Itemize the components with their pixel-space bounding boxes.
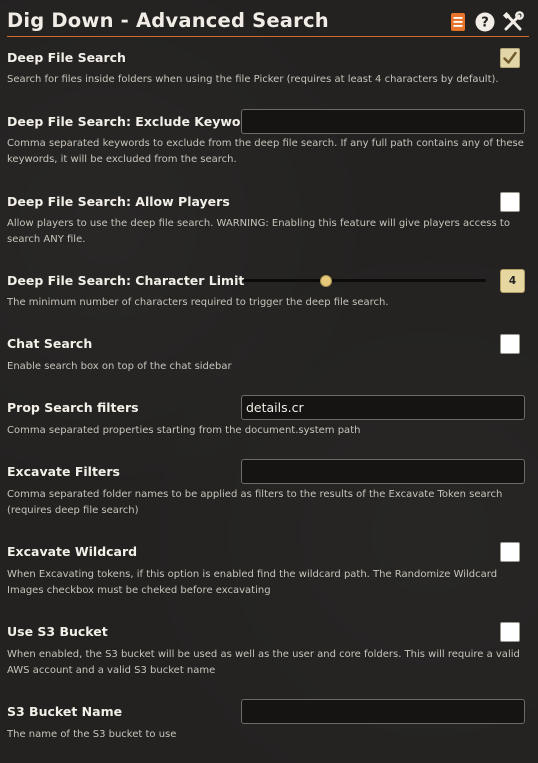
setting-hint: The minimum number of characters require… — [7, 297, 389, 308]
chat-search-checkbox[interactable] — [500, 334, 520, 354]
settings-panel: Dig Down - Advanced Search ? Deep File S… — [0, 0, 538, 763]
panel-header: Dig Down - Advanced Search ? — [0, 0, 538, 38]
character-limit-slider-handle[interactable] — [319, 275, 332, 287]
setting-hint: Search for files inside folders when usi… — [7, 74, 499, 85]
character-limit-slider-track[interactable] — [243, 279, 486, 282]
setting-hint: Allow players to use the deep file searc… — [7, 218, 510, 245]
checkmark-icon — [503, 51, 517, 64]
setting-label: Use S3 Bucket — [7, 624, 108, 639]
deep-file-search-checkbox[interactable] — [500, 48, 520, 68]
exclude-keywords-input[interactable] — [241, 109, 525, 134]
setting-label: Deep File Search: Allow Players — [7, 194, 230, 209]
prop-search-filters-input[interactable]: details.cr — [241, 395, 525, 420]
setting-hint: When Excavating tokens, if this option i… — [7, 569, 498, 596]
setting-label: Deep File Search — [7, 50, 126, 65]
header-divider — [7, 36, 529, 37]
setting-hint: Comma separated properties starting from… — [7, 425, 361, 436]
book-icon[interactable] — [447, 11, 469, 33]
setting-label: S3 Bucket Name — [7, 704, 123, 719]
help-icon[interactable]: ? — [474, 11, 496, 33]
setting-hint: Comma separated keywords to exclude from… — [7, 138, 524, 165]
excavate-filters-input[interactable] — [241, 459, 525, 484]
excavate-wildcard-checkbox[interactable] — [500, 542, 520, 562]
panel-title: Dig Down - Advanced Search — [7, 9, 329, 32]
setting-label: Chat Search — [7, 336, 93, 351]
use-s3-bucket-checkbox[interactable] — [500, 622, 520, 642]
s3-bucket-name-input[interactable] — [241, 699, 525, 724]
svg-text:?: ? — [481, 16, 489, 31]
setting-hint: The name of the S3 bucket to use — [7, 729, 177, 740]
setting-hint: Comma separated folder names to be appli… — [7, 489, 503, 516]
setting-label: Deep File Search: Character Limit — [7, 273, 245, 288]
character-limit-value: 4 — [500, 269, 525, 293]
tools-icon[interactable] — [502, 11, 524, 33]
setting-label: Deep File Search: Exclude Keywords — [7, 114, 264, 129]
setting-hint: When enabled, the S3 bucket will be used… — [7, 649, 520, 676]
setting-label: Prop Search filters — [7, 400, 139, 415]
setting-hint: Enable search box on top of the chat sid… — [7, 361, 232, 372]
allow-players-checkbox[interactable] — [500, 192, 520, 212]
setting-label: Excavate Filters — [7, 464, 121, 479]
setting-label: Excavate Wildcard — [7, 544, 138, 559]
